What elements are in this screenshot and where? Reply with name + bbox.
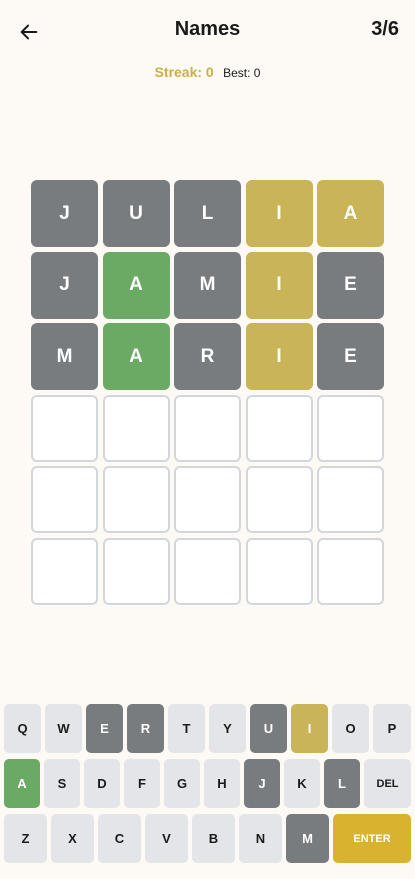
keyboard-row-3: Z X C V B N M ENTER: [4, 814, 411, 863]
board-tile: M: [174, 251, 241, 319]
board-tile-empty: [102, 466, 170, 533]
key-u[interactable]: U: [250, 704, 287, 753]
key-h[interactable]: H: [204, 759, 240, 808]
board-tile: A: [102, 323, 170, 390]
game-board: JULIAJAMIEMARIE: [31, 180, 384, 605]
on-screen-keyboard: QWERTYUIOP A S D F G H J K L DEL Z X C V B N M ENTER: [4, 704, 411, 869]
board-tile-empty: [245, 466, 313, 533]
key-n[interactable]: N: [239, 814, 282, 863]
board-tile-empty: [174, 394, 241, 462]
key-y[interactable]: Y: [209, 704, 246, 753]
board-tile-empty: [102, 394, 170, 462]
streak-label: Streak: 0: [154, 64, 214, 80]
key-m[interactable]: M: [286, 814, 329, 863]
board-tile: A: [317, 180, 384, 247]
key-c[interactable]: C: [98, 814, 141, 863]
key-w[interactable]: W: [45, 704, 82, 753]
board-tile: I: [245, 180, 313, 247]
board-tile-empty: [317, 394, 384, 462]
stats-row: Streak: 0 Best: 0: [0, 64, 415, 80]
board-tile: U: [102, 180, 170, 247]
key-p[interactable]: P: [373, 704, 411, 753]
board-tile-empty: [174, 537, 241, 605]
keyboard-row-2: A S D F G H J K L DEL: [4, 759, 411, 808]
key-d[interactable]: D: [84, 759, 120, 808]
page-title: Names: [174, 18, 241, 40]
key-x[interactable]: X: [51, 814, 94, 863]
best-label: Best: 0: [223, 66, 261, 80]
key-g[interactable]: G: [164, 759, 200, 808]
board-tile: M: [31, 323, 98, 390]
board-tile: E: [317, 251, 384, 319]
key-e[interactable]: E: [86, 704, 123, 753]
attempt-counter: 3/6: [371, 18, 399, 40]
board-tile-empty: [102, 537, 170, 605]
keyboard-row-1: QWERTYUIOP: [4, 704, 411, 753]
board-tile: A: [102, 251, 170, 319]
app-header: Names 3/6: [0, 0, 415, 62]
key-l[interactable]: L: [324, 759, 360, 808]
key-q[interactable]: Q: [4, 704, 41, 753]
board-tile: L: [174, 180, 241, 247]
board-tile: J: [31, 180, 98, 247]
key-r[interactable]: R: [127, 704, 164, 753]
board-tile: J: [31, 251, 98, 319]
key-t[interactable]: T: [168, 704, 205, 753]
board-tile: E: [317, 323, 384, 390]
board-tile-empty: [245, 537, 313, 605]
board-tile-empty: [317, 466, 384, 533]
board-tile-empty: [174, 466, 241, 533]
enter-key[interactable]: ENTER: [333, 814, 411, 863]
key-z[interactable]: Z: [4, 814, 47, 863]
board-tile: I: [245, 323, 313, 390]
board-tile: I: [245, 251, 313, 319]
board-tile: R: [174, 323, 241, 390]
key-a[interactable]: A: [4, 759, 40, 808]
board-tile-empty: [31, 537, 98, 605]
key-v[interactable]: V: [145, 814, 188, 863]
board-tile-empty: [31, 394, 98, 462]
delete-key[interactable]: DEL: [364, 759, 411, 808]
key-k[interactable]: K: [284, 759, 320, 808]
key-o[interactable]: O: [332, 704, 369, 753]
board-tile-empty: [31, 466, 98, 533]
board-tile-empty: [317, 537, 384, 605]
key-b[interactable]: B: [192, 814, 235, 863]
key-s[interactable]: S: [44, 759, 80, 808]
key-f[interactable]: F: [124, 759, 160, 808]
board-tile-empty: [245, 394, 313, 462]
key-j[interactable]: J: [244, 759, 280, 808]
key-i[interactable]: I: [291, 704, 328, 753]
